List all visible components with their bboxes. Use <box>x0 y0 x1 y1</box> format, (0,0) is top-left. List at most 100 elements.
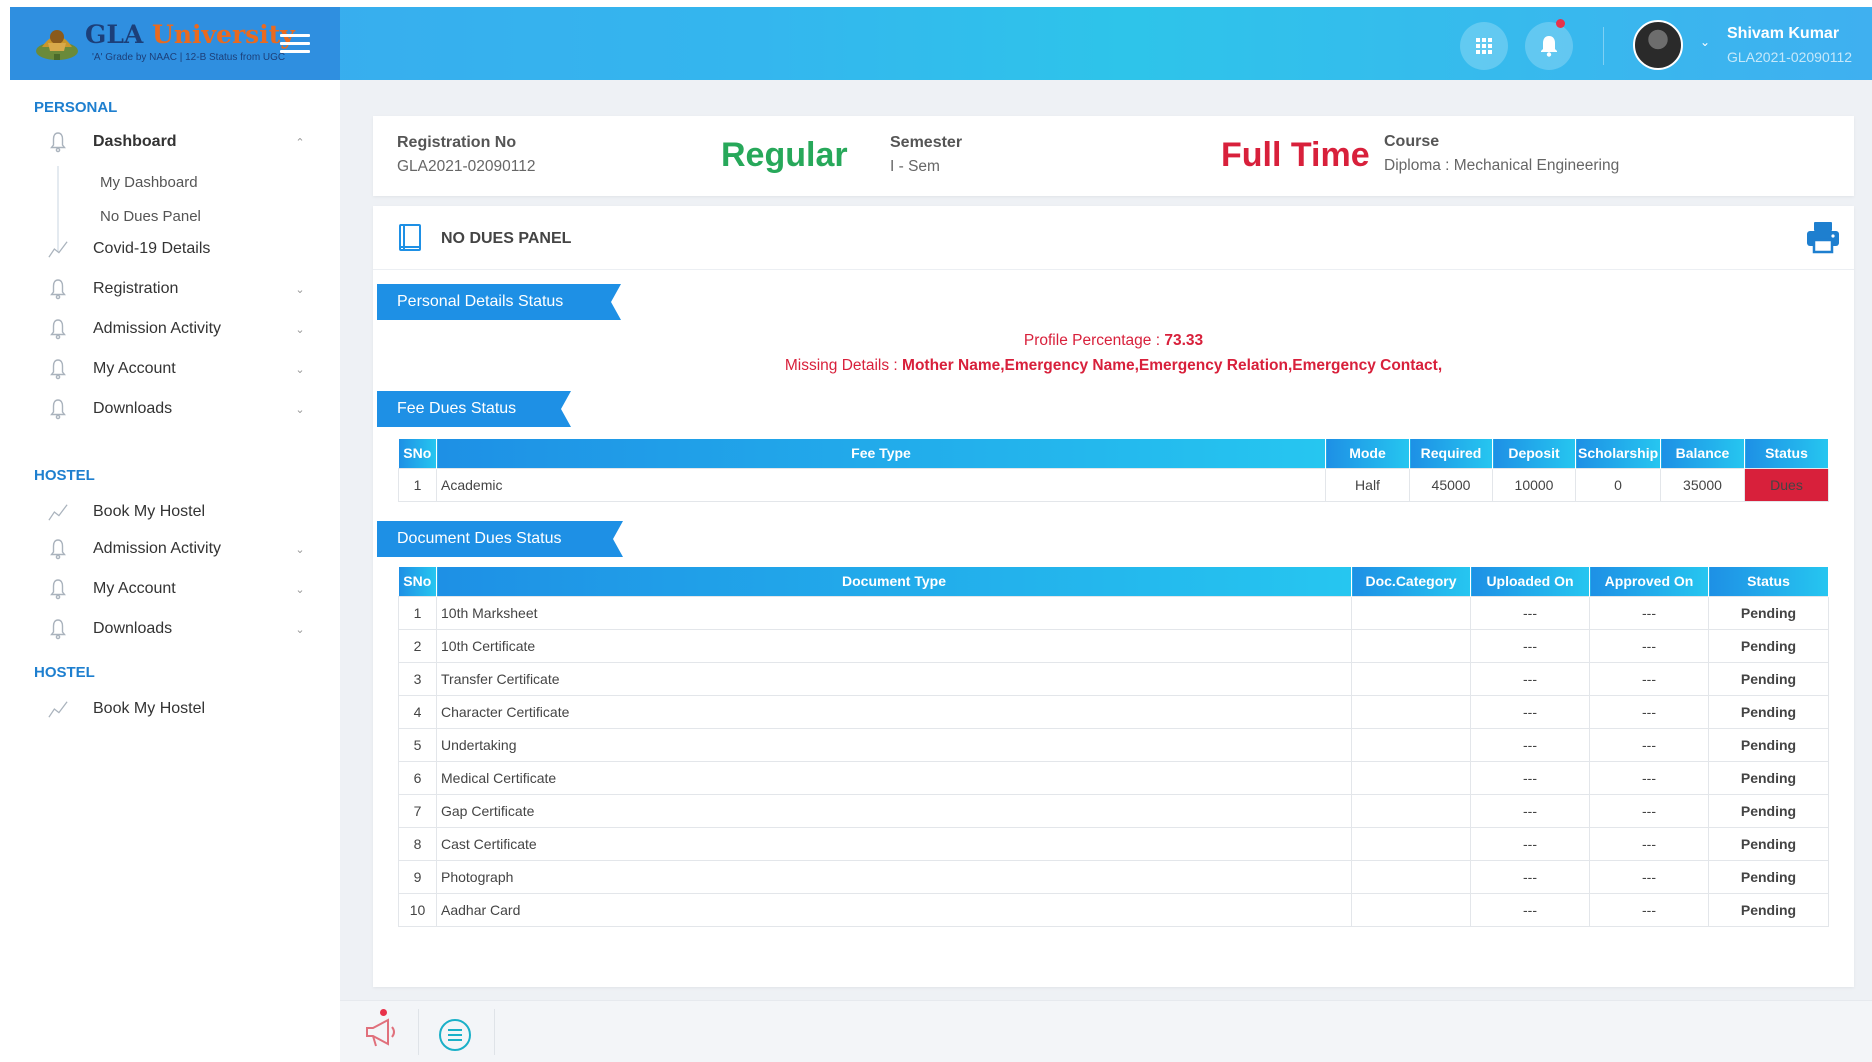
status-badge: Pending <box>1708 826 1829 861</box>
list-icon[interactable] <box>438 1018 472 1052</box>
sidebar-item-hostel-downloads[interactable]: Downloads ⌄ <box>40 612 310 646</box>
cell-sno: 6 <box>398 760 437 795</box>
cell-required: 45000 <box>1409 467 1493 502</box>
fee-dues-table: SNo Fee Type Mode Required Deposit Schol… <box>398 439 1829 502</box>
status-badge: Pending <box>1708 892 1829 927</box>
table-header-row: SNo Fee Type Mode Required Deposit Schol… <box>398 439 1829 468</box>
sidebar-subitem-my-dashboard[interactable]: My Dashboard <box>100 174 198 191</box>
megaphone-icon[interactable] <box>364 1015 402 1049</box>
cell-doc-category <box>1351 628 1471 663</box>
col-sno: SNo <box>398 567 437 596</box>
table-row: 1 10th Marksheet --- --- Pending <box>398 595 1829 630</box>
table-header-row: SNo Document Type Doc.Category Uploaded … <box>398 567 1829 596</box>
sidebar-item-label: Dashboard <box>93 133 177 150</box>
cell-document-type: Undertaking <box>436 727 1352 762</box>
cell-sno: 9 <box>398 859 437 894</box>
col-document-type: Document Type <box>436 567 1352 596</box>
book-icon <box>399 224 421 251</box>
document-dues-table: SNo Document Type Doc.Category Uploaded … <box>398 567 1829 927</box>
sidebar-item-label: Downloads <box>93 620 173 637</box>
col-sno: SNo <box>398 439 437 468</box>
col-approved-on: Approved On <box>1589 567 1709 596</box>
cell-document-type: Gap Certificate <box>436 793 1352 828</box>
bell-icon <box>48 277 68 301</box>
col-mode: Mode <box>1325 439 1410 468</box>
cell-document-type: 10th Marksheet <box>436 595 1352 630</box>
bell-icon <box>48 617 68 641</box>
status-badge: Pending <box>1708 760 1829 795</box>
course-value: Diploma : Mechanical Engineering <box>1384 157 1620 174</box>
col-scholarship: Scholarship <box>1575 439 1661 468</box>
sidebar-section-hostel: HOSTEL <box>34 467 95 484</box>
status-badge: Pending <box>1708 661 1829 696</box>
table-row: 9 Photograph --- --- Pending <box>398 859 1829 894</box>
chart-line-icon <box>48 237 68 261</box>
bell-icon <box>48 317 68 341</box>
toolbar-divider <box>418 1009 419 1055</box>
cell-approved-on: --- <box>1589 793 1709 828</box>
chevron-down-icon: ⌄ <box>295 323 305 336</box>
cell-doc-category <box>1351 892 1471 927</box>
profile-percentage: Profile Percentage : 73.33 <box>373 332 1854 350</box>
chart-line-icon <box>48 697 68 721</box>
cell-document-type: Character Certificate <box>436 694 1352 729</box>
table-row: 6 Medical Certificate --- --- Pending <box>398 760 1829 795</box>
cell-sno: 3 <box>398 661 437 696</box>
cell-doc-category <box>1351 727 1471 762</box>
sidebar-item-hostel-my-account[interactable]: My Account ⌄ <box>40 572 310 606</box>
avatar[interactable] <box>1633 20 1683 70</box>
sidebar-item-label: Admission Activity <box>93 320 222 337</box>
university-emblem-icon <box>36 30 78 60</box>
logo-wordmark[interactable]: GLA University <box>85 20 295 49</box>
registration-value: GLA2021-02090112 <box>397 158 536 175</box>
sidebar-subitem-no-dues-panel[interactable]: No Dues Panel <box>100 208 201 225</box>
chevron-up-icon: ⌃ <box>295 136 305 149</box>
header-divider <box>1603 27 1604 65</box>
cell-doc-category <box>1351 793 1471 828</box>
user-id: GLA2021-02090112 <box>1727 49 1853 65</box>
sidebar-item-admission-activity[interactable]: Admission Activity ⌄ <box>40 312 310 346</box>
semester-value: I - Sem <box>890 158 940 175</box>
user-name[interactable]: Shivam Kumar <box>1727 25 1839 43</box>
sidebar: PERSONAL Dashboard ⌃ My Dashboard No Due… <box>10 80 340 1062</box>
table-row: 2 10th Certificate --- --- Pending <box>398 628 1829 663</box>
cell-uploaded-on: --- <box>1470 661 1590 696</box>
sidebar-item-book-my-hostel-2[interactable]: Book My Hostel <box>40 692 310 726</box>
document-table-body: 1 10th Marksheet --- --- Pending 2 10th Certif… <box>398 595 1829 927</box>
grid-icon <box>1476 38 1492 54</box>
cell-approved-on: --- <box>1589 661 1709 696</box>
cell-document-type: Cast Certificate <box>436 826 1352 861</box>
sidebar-item-label: Book My Hostel <box>93 700 206 717</box>
cell-uploaded-on: --- <box>1470 859 1590 894</box>
col-fee-type: Fee Type <box>436 439 1326 468</box>
cell-approved-on: --- <box>1589 694 1709 729</box>
sidebar-item-covid-details[interactable]: Covid-19 Details <box>40 232 310 266</box>
fee-dues-status-header: Fee Dues Status <box>377 391 571 427</box>
table-row: 1 Academic Half 45000 10000 0 35000 Dues <box>398 467 1829 502</box>
chevron-down-icon: ⌄ <box>295 623 305 636</box>
cell-uploaded-on: --- <box>1470 826 1590 861</box>
cell-approved-on: --- <box>1589 859 1709 894</box>
apps-grid-button[interactable] <box>1460 22 1508 70</box>
sidebar-item-downloads[interactable]: Downloads ⌄ <box>40 392 310 426</box>
cell-uploaded-on: --- <box>1470 595 1590 630</box>
cell-mode: Half <box>1325 467 1410 502</box>
chevron-down-icon: ⌄ <box>295 543 305 556</box>
table-row: 4 Character Certificate --- --- Pending <box>398 694 1829 729</box>
cell-balance: 35000 <box>1660 467 1745 502</box>
notifications-button[interactable] <box>1525 22 1573 70</box>
sidebar-item-dashboard[interactable]: Dashboard ⌃ <box>40 125 310 159</box>
registration-label: Registration No <box>397 134 517 151</box>
sidebar-item-hostel-admission-activity[interactable]: Admission Activity ⌄ <box>40 532 310 566</box>
menu-toggle-icon[interactable] <box>280 34 310 54</box>
cell-document-type: Transfer Certificate <box>436 661 1352 696</box>
cell-uploaded-on: --- <box>1470 892 1590 927</box>
missing-details-label: Missing Details : <box>784 357 903 374</box>
sidebar-item-my-account[interactable]: My Account ⌄ <box>40 352 310 386</box>
sidebar-item-book-my-hostel[interactable]: Book My Hostel <box>40 495 310 529</box>
chart-line-icon <box>48 500 68 524</box>
sidebar-item-registration[interactable]: Registration ⌄ <box>40 272 310 306</box>
chevron-down-icon[interactable]: ⌄ <box>1700 35 1710 49</box>
cell-approved-on: --- <box>1589 628 1709 663</box>
print-icon[interactable] <box>1805 220 1841 254</box>
